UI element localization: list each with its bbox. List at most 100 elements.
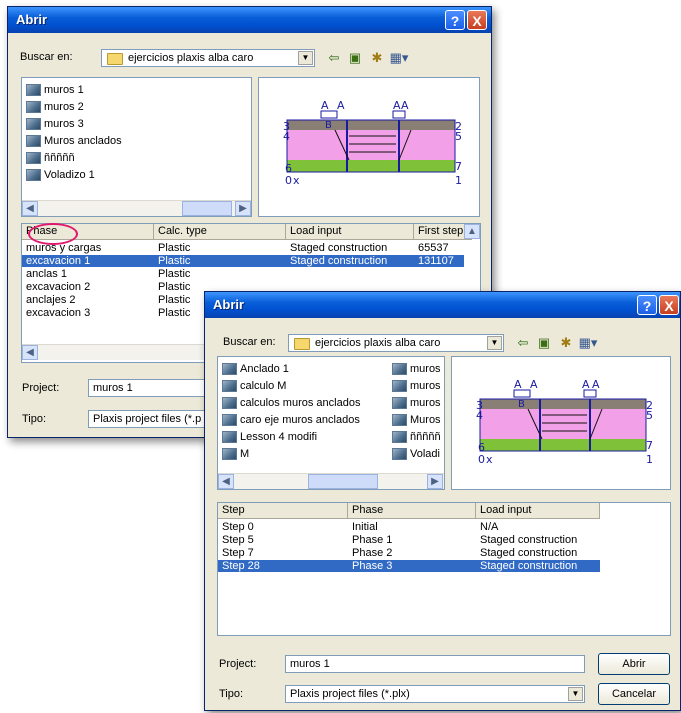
load-label-a3: A <box>582 378 590 391</box>
load-label-a4: A <box>401 99 409 112</box>
plaxis-file-icon <box>222 380 237 392</box>
list-item[interactable]: ñññññ <box>390 429 441 445</box>
scroll-thumb[interactable] <box>308 474 378 489</box>
type-value: Plaxis project files (*.plx) <box>290 688 410 700</box>
list-item[interactable]: Muros anclados <box>24 133 122 149</box>
file-list-scrollbar[interactable]: ◀ ▶ <box>22 200 251 216</box>
scroll-left-icon[interactable]: ◀ <box>22 201 38 216</box>
look-in-combo[interactable]: ejercicios plaxis alba caro ▼ <box>101 49 315 67</box>
column-header-load-input[interactable]: Load input <box>476 503 600 519</box>
file-name: calculo M <box>240 380 287 392</box>
scroll-thumb[interactable] <box>182 201 232 216</box>
list-item[interactable]: M <box>220 446 249 462</box>
file-name: muros 3 <box>44 118 84 130</box>
open-button[interactable]: Abrir <box>598 653 670 675</box>
load-label-a2: A <box>337 99 345 112</box>
grid-cell[interactable]: Step 5 <box>218 534 348 546</box>
preview-pane: A A A A B 6 0 x 7 1 2 5 3 4 <box>258 77 480 217</box>
plaxis-file-icon <box>26 118 41 130</box>
grid-cell[interactable]: Step 28 <box>218 560 348 572</box>
file-list[interactable]: Anclado 1 calculo M calculos muros ancla… <box>217 356 445 490</box>
list-item[interactable]: Voladizo 1 <box>24 167 95 183</box>
list-item[interactable]: calculo M <box>220 378 286 394</box>
list-item[interactable]: muros <box>390 395 441 411</box>
up-folder-icon[interactable]: ▣ <box>534 335 554 351</box>
load-label-a: A <box>514 378 522 391</box>
file-list[interactable]: muros 1 muros 2 muros 3 Muros anclados ñ… <box>21 77 252 217</box>
file-list-scrollbar[interactable]: ◀ ▶ <box>218 473 444 489</box>
list-item[interactable]: muros 2 <box>24 99 84 115</box>
view-menu-icon[interactable]: ▦▾ <box>578 335 598 351</box>
list-item[interactable]: ñññññ <box>24 150 75 166</box>
load-label-a3: A <box>393 99 401 112</box>
axis-label-x: x <box>486 453 493 466</box>
back-arrow-icon[interactable]: ⇦ <box>513 335 533 351</box>
scroll-right-icon[interactable]: ▶ <box>235 201 251 216</box>
plaxis-file-icon <box>26 152 41 164</box>
list-item[interactable]: muros <box>390 378 441 394</box>
list-item[interactable]: muros 1 <box>24 82 84 98</box>
column-header-load-input[interactable]: Load input <box>286 224 414 240</box>
title-bar[interactable]: Abrir ? X <box>8 7 491 33</box>
scroll-left-icon[interactable]: ◀ <box>22 345 38 360</box>
corner-label-7: 7 <box>646 439 653 452</box>
column-header-phase[interactable]: Phase <box>348 503 476 519</box>
preview-pane: A A A A B 6 0 x 7 1 2 5 3 4 <box>451 356 671 490</box>
title-bar[interactable]: Abrir ? X <box>205 292 680 318</box>
file-name: ñññññ <box>410 431 441 443</box>
list-item[interactable]: muros 3 <box>24 116 84 132</box>
grid-cell[interactable]: Step 0 <box>218 521 348 533</box>
grid-cell: Phase 1 <box>352 534 393 546</box>
grid-cell: Phase 3 <box>352 560 393 572</box>
corner-label-0: 0 <box>478 453 485 466</box>
grid-cell[interactable]: excavacion 1 <box>22 255 154 267</box>
cancel-button[interactable]: Cancelar <box>598 683 670 705</box>
plaxis-file-icon <box>392 363 407 375</box>
type-select[interactable]: Plaxis project files (*.p <box>88 410 208 428</box>
list-item[interactable]: caro eje muros anclados <box>220 412 360 428</box>
grid-cell[interactable]: anclas 1 <box>22 268 154 280</box>
type-select[interactable]: Plaxis project files (*.plx) ▼ <box>285 685 585 703</box>
help-button[interactable]: ? <box>637 295 657 315</box>
axis-label-x: x <box>293 174 300 187</box>
file-name: Anclado 1 <box>240 363 289 375</box>
look-in-label: Buscar en: <box>20 51 73 63</box>
chevron-down-icon[interactable]: ▼ <box>487 336 502 350</box>
list-item[interactable]: Lesson 4 modifi <box>220 429 317 445</box>
geometry-preview: A A A A B 6 0 x 7 1 2 5 3 4 <box>476 378 653 466</box>
step-grid[interactable]: Step Phase Load input Step 0 Initial N/A… <box>217 502 671 636</box>
column-header-step[interactable]: Step <box>218 503 348 519</box>
new-folder-icon[interactable]: ✱ <box>367 50 387 66</box>
file-name: calculos muros anclados <box>240 397 361 409</box>
help-button[interactable]: ? <box>445 10 465 30</box>
chevron-down-icon[interactable]: ▼ <box>568 687 583 701</box>
list-item[interactable]: calculos muros anclados <box>220 395 360 411</box>
grid-cell[interactable]: Step 7 <box>218 547 348 559</box>
grid-cell[interactable]: excavacion 3 <box>22 307 154 319</box>
project-input[interactable]: muros 1 <box>88 379 208 397</box>
scroll-left-icon[interactable]: ◀ <box>218 474 234 489</box>
view-menu-icon[interactable]: ▦▾ <box>389 50 409 66</box>
plaxis-file-icon <box>392 448 407 460</box>
grid-cell[interactable]: excavacion 2 <box>22 281 154 293</box>
file-name: Voladi <box>410 448 440 460</box>
grid-cell: Staged construction <box>290 242 388 254</box>
close-button[interactable]: X <box>467 10 487 30</box>
corner-label-5: 5 <box>646 409 653 422</box>
look-in-combo[interactable]: ejercicios plaxis alba caro ▼ <box>288 334 504 352</box>
new-folder-icon[interactable]: ✱ <box>556 335 576 351</box>
up-folder-icon[interactable]: ▣ <box>345 50 365 66</box>
grid-cell[interactable]: anclajes 2 <box>22 294 154 306</box>
list-item[interactable]: muros <box>390 361 441 377</box>
back-arrow-icon[interactable]: ⇦ <box>324 50 344 66</box>
corner-label-4: 4 <box>283 130 290 143</box>
list-item[interactable]: Voladi <box>390 446 440 462</box>
close-button[interactable]: X <box>659 295 679 315</box>
chevron-down-icon[interactable]: ▼ <box>298 51 313 65</box>
list-item[interactable]: Anclado 1 <box>220 361 289 377</box>
scroll-up-icon[interactable]: ▲ <box>464 224 480 239</box>
scroll-right-icon[interactable]: ▶ <box>427 474 443 489</box>
column-header-calc-type[interactable]: Calc. type <box>154 224 286 240</box>
list-item[interactable]: Muros <box>390 412 441 428</box>
project-input[interactable]: muros 1 <box>285 655 585 673</box>
